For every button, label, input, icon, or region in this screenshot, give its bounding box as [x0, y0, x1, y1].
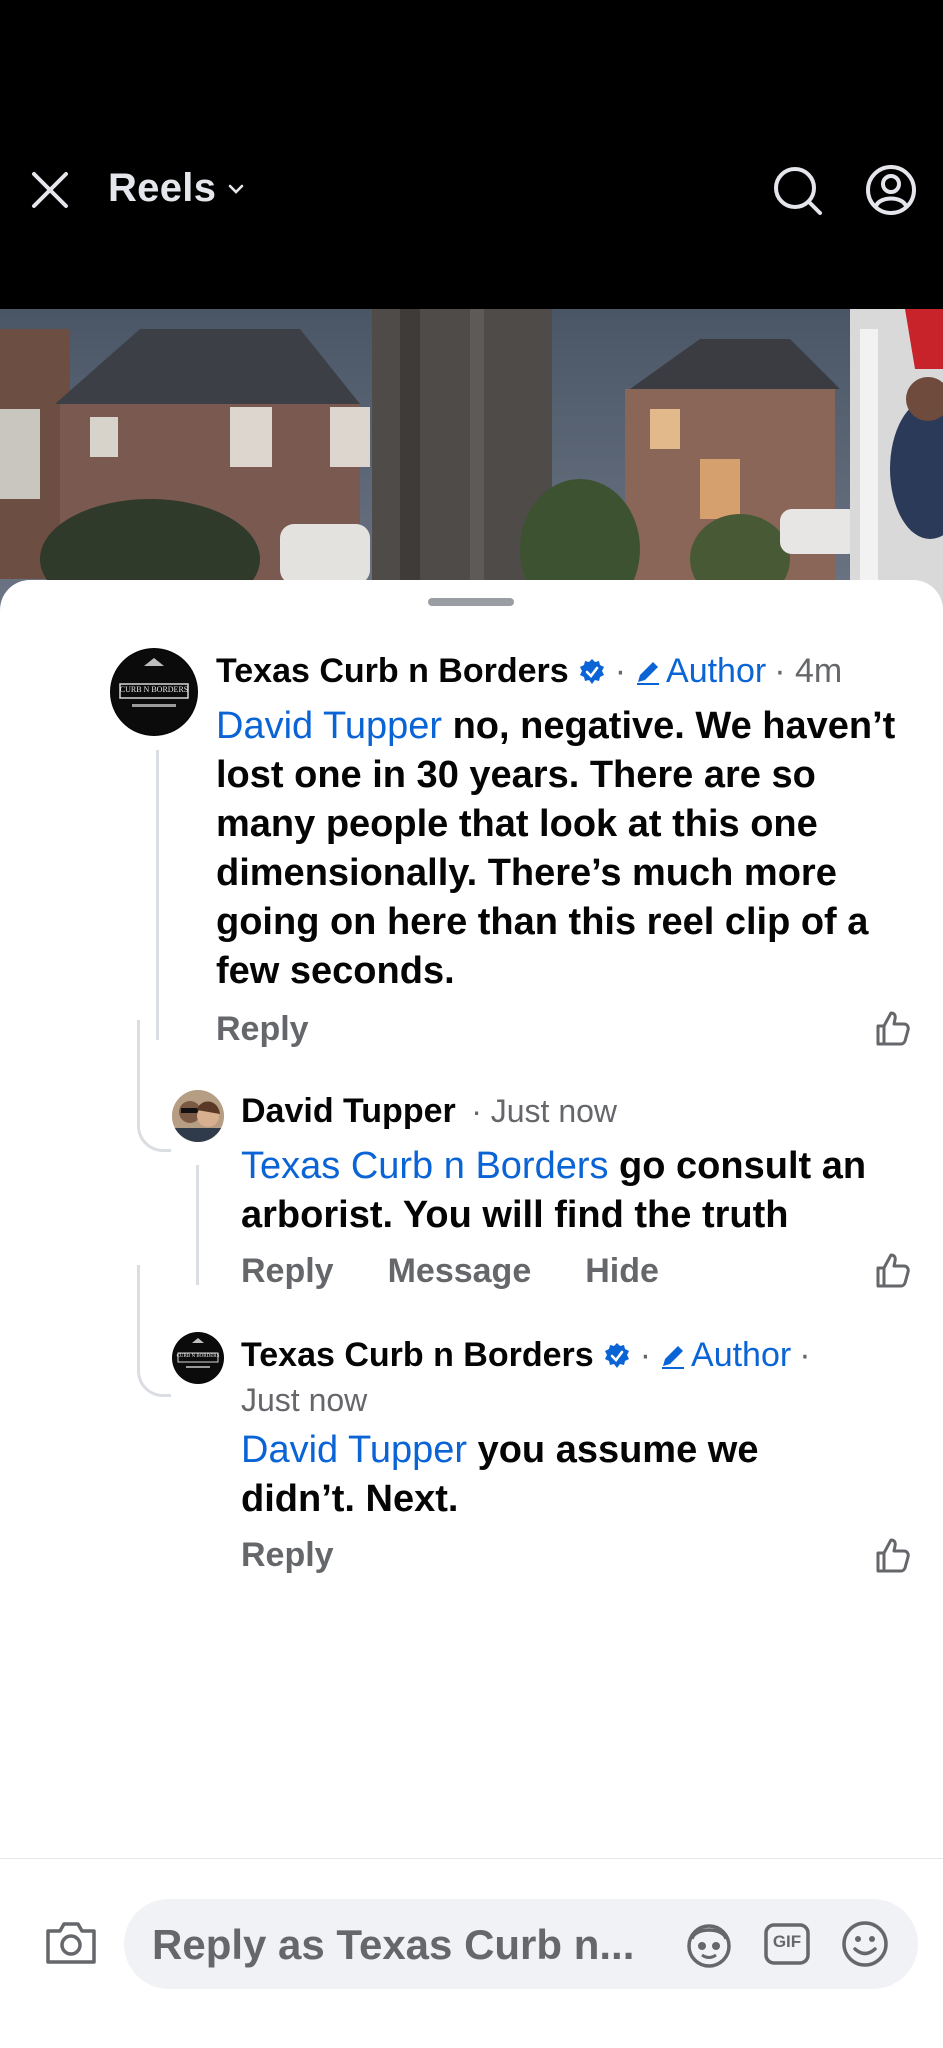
camera-button[interactable] — [44, 1917, 98, 1967]
camera-icon — [46, 1922, 96, 1964]
reel-video-preview[interactable] — [0, 309, 943, 609]
comment-text: no, negative. We haven’t lost one in 30 … — [216, 705, 896, 992]
comments-sheet: CURB N BORDERS Texas Curb n Borders · Au… — [0, 580, 943, 2048]
author-badge: Author — [666, 652, 767, 690]
mention-link[interactable]: Texas Curb n Borders — [241, 1145, 609, 1187]
comment-actions: Reply — [216, 1010, 309, 1049]
mention-link[interactable]: David Tupper — [216, 705, 442, 747]
drag-handle[interactable] — [428, 598, 514, 606]
comment-header: Texas Curb n Borders · Author · — [241, 1336, 811, 1375]
reel-video-image — [0, 309, 943, 609]
avatar-sticker-icon — [687, 1924, 731, 1968]
separator-dot: · — [799, 1336, 811, 1374]
comment-header: Texas Curb n Borders · Author · 4m — [216, 652, 842, 691]
mention-link[interactable]: David Tupper — [241, 1429, 467, 1471]
avatar[interactable]: CURB N BORDERS — [172, 1332, 224, 1384]
emoji-button[interactable] — [840, 1919, 890, 1969]
search-icon — [774, 167, 822, 215]
comment-actions: Reply — [241, 1536, 334, 1575]
emoji-icon — [842, 1921, 888, 1967]
comment-body: David Tupper no, negative. We haven’t lo… — [216, 702, 916, 996]
close-icon — [32, 172, 68, 208]
thumbs-up-icon — [876, 1253, 910, 1288]
reply-input-placeholder: Reply as Texas Curb n... — [152, 1921, 635, 1968]
comment-header: David Tupper · Just now — [241, 1092, 617, 1131]
like-button[interactable] — [872, 1008, 912, 1048]
thumbs-up-icon — [876, 1011, 910, 1046]
like-button[interactable] — [872, 1535, 912, 1575]
thread-connector — [137, 1020, 171, 1152]
avatar-logo-text: CURB N BORDERS — [176, 1354, 220, 1359]
comment-body: David Tupper you assume we didn’t. Next. — [241, 1426, 841, 1524]
reply-button[interactable]: Reply — [241, 1536, 334, 1575]
comment-time: Just now — [241, 1382, 368, 1418]
comment-author[interactable]: David Tupper — [241, 1092, 456, 1130]
close-button[interactable] — [28, 168, 72, 212]
avatar-photo — [172, 1090, 224, 1142]
search-button[interactable] — [770, 163, 824, 217]
page-title: Reels — [108, 166, 217, 210]
gif-label: GIF — [772, 1932, 802, 1951]
reply-input[interactable]: Reply as Texas Curb n... GIF — [124, 1899, 918, 1989]
like-button[interactable] — [872, 1250, 912, 1290]
pencil-icon — [662, 1345, 685, 1369]
comment-body: Texas Curb n Borders go consult an arbor… — [241, 1142, 921, 1240]
avatar-logo-text: CURB N BORDERS — [119, 685, 189, 694]
reels-dropdown[interactable]: Reels — [108, 166, 246, 211]
thread-line — [196, 1165, 199, 1285]
profile-icon — [866, 165, 916, 215]
separator-dot: · — [614, 652, 627, 690]
thumbs-up-icon — [876, 1538, 910, 1573]
pencil-icon — [637, 661, 660, 685]
chevron-down-icon — [228, 184, 244, 194]
reply-button[interactable]: Reply — [216, 1010, 309, 1049]
comment-author[interactable]: Texas Curb n Borders — [241, 1336, 594, 1375]
reply-button[interactable]: Reply — [241, 1252, 334, 1291]
avatar[interactable] — [172, 1090, 224, 1142]
separator-dot: · — [639, 1336, 652, 1374]
top-bar: Reels — [0, 0, 943, 309]
verified-badge-icon — [579, 658, 604, 684]
avatar[interactable]: CURB N BORDERS — [110, 648, 198, 736]
hide-button[interactable]: Hide — [585, 1252, 659, 1291]
verified-badge-icon — [604, 1342, 629, 1368]
gif-button[interactable]: GIF — [762, 1919, 812, 1969]
thread-connector — [137, 1265, 171, 1397]
comment-author[interactable]: Texas Curb n Borders — [216, 652, 569, 691]
comment-time: · 4m — [774, 652, 843, 690]
author-badge: Author — [691, 1336, 792, 1374]
profile-button[interactable] — [864, 163, 918, 217]
avatar-sticker-button[interactable] — [684, 1919, 734, 1969]
thread-line — [156, 750, 159, 1040]
reply-composer: Reply as Texas Curb n... GIF — [0, 1858, 943, 2048]
comment-time: · Just now — [471, 1093, 618, 1129]
message-button[interactable]: Message — [388, 1252, 532, 1291]
comment-actions: Reply Message Hide — [241, 1252, 659, 1291]
